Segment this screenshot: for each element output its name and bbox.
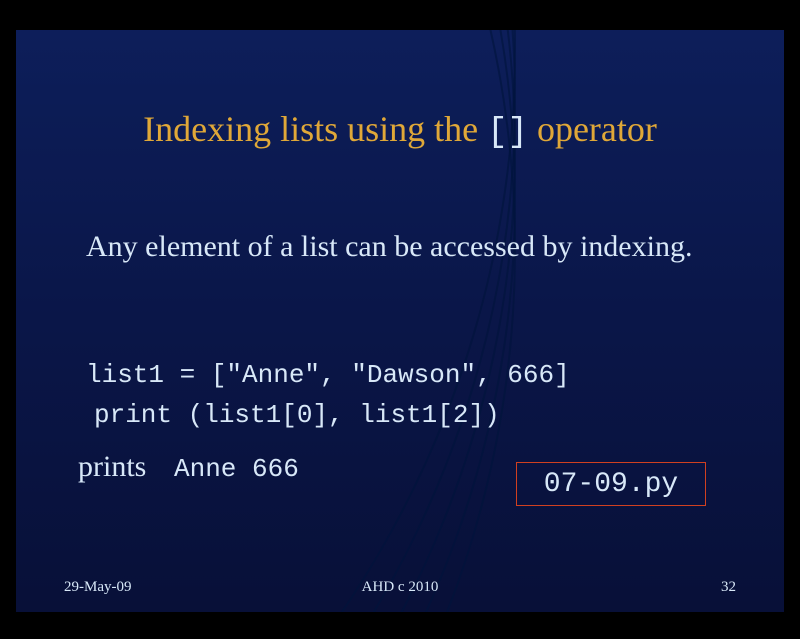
slide-title: Indexing lists using the [] operator <box>16 108 784 152</box>
prints-label: prints <box>78 450 146 484</box>
slide: Indexing lists using the [] operator Any… <box>16 30 784 612</box>
footer-page-number: 32 <box>721 579 736 596</box>
title-text-part2: operator <box>528 109 657 149</box>
prints-output: Anne 666 <box>174 454 299 484</box>
title-code-brackets: [] <box>487 114 528 152</box>
code-line-2: print (list1[0], list1[2]) <box>94 400 500 430</box>
code-line-1: list1 = ["Anne", "Dawson", 666] <box>86 360 570 390</box>
filename-box: 07-09.py <box>516 462 706 506</box>
footer-center: AHD c 2010 <box>16 579 784 596</box>
body-paragraph: Any element of a list can be accessed by… <box>86 226 726 268</box>
title-text-part1: Indexing lists using the <box>143 109 487 149</box>
filename-text: 07-09.py <box>544 469 678 500</box>
